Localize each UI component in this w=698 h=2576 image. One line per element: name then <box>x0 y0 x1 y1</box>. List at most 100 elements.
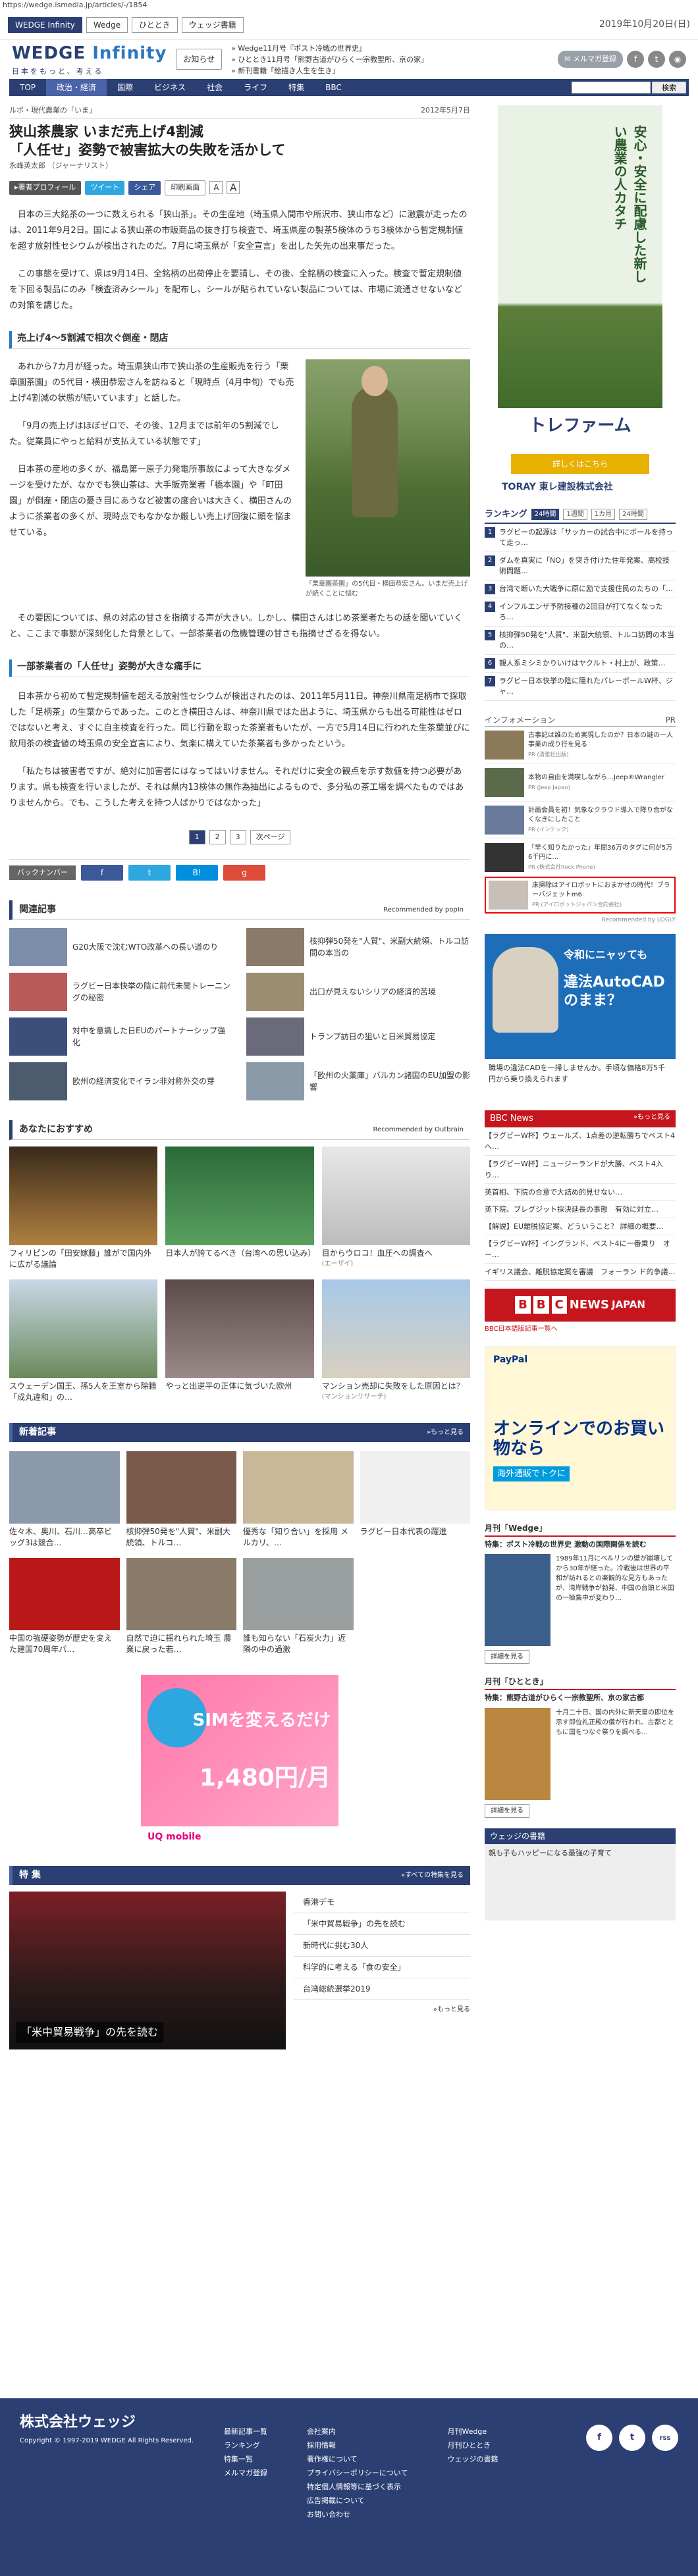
footer-link[interactable]: プライバシーポリシーについて <box>307 2466 408 2480</box>
information-item-highlighted[interactable]: 床掃除はアイロボットにおまかせの時代！ブラーバジェットm6 PR (アイロボットジ… <box>485 876 676 914</box>
new-article-card[interactable]: 優秀な「知り合い」を採用 メルカリ、… <box>243 1451 354 1549</box>
hitotoki-detail-button[interactable]: 詳細を見る <box>485 1803 529 1818</box>
wedge-detail-button[interactable]: 詳細を見る <box>485 1650 529 1664</box>
bbc-news-item[interactable]: 【ラグビーW杯】イングランド、ベスト4に一番乗り オー… <box>485 1235 676 1264</box>
new-article-card[interactable]: ラグビー日本代表の躍進 <box>360 1451 470 1549</box>
header-news-item[interactable]: » ひととき11月号「熊野古道がひらく一宗教聖所、京の家」 <box>231 54 549 65</box>
nav-international[interactable]: 国際 <box>107 79 144 96</box>
recommended-card[interactable]: 目からウロコ！血圧への調査へ (エーザイ) <box>321 1146 470 1270</box>
footer-link[interactable]: ランキング <box>224 2438 267 2452</box>
footer-link[interactable]: 特集一覧 <box>224 2452 267 2466</box>
site-tab-hitotoki[interactable]: ひととき <box>132 16 178 33</box>
footer-link[interactable]: お問い合わせ <box>307 2508 408 2521</box>
hatena-bookmark-icon[interactable]: B! <box>176 865 218 881</box>
related-item[interactable]: G20大阪で沈むWTO改革への長い道のり <box>9 928 233 966</box>
new-article-card[interactable]: 自然で迫に揺れられた埼玉 農業に戻った若… <box>126 1558 236 1655</box>
bbc-news-item[interactable]: 英下院、ブレグジット採決延長の事態 有効に対立… <box>485 1201 676 1218</box>
backnumber-button[interactable]: バックナンバー <box>9 865 76 881</box>
footer-link[interactable]: 月刊Wedge <box>447 2425 498 2438</box>
related-item[interactable]: 核抑弾50発を"人質"、米副大統領、トルコ訪問の本当の <box>246 928 470 966</box>
font-large-button[interactable]: A <box>227 181 240 195</box>
footer-link[interactable]: 著作権について <box>307 2452 408 2466</box>
ranking-item[interactable]: 5 核抑弾50発を"人質"、米副大統領、トルコ訪問の本当の… <box>485 627 676 655</box>
footer-link[interactable]: ウェッジの書籍 <box>447 2452 498 2466</box>
tea-farmer-photo[interactable] <box>306 359 470 577</box>
twitter-icon[interactable]: t <box>648 50 665 68</box>
footer-link[interactable]: 最新記事一覧 <box>224 2425 267 2438</box>
ranking-item[interactable]: 7 ラグビー日本快挙の陰に隠れたパレーボールW杯、ジャ… <box>485 673 676 701</box>
ranking-tab-week[interactable]: 1週間 <box>563 509 587 521</box>
feature-list-item[interactable]: 台湾総統選挙2019 <box>294 1978 470 2000</box>
new-article-card[interactable]: 中国の強硬姿勢が歴史を変えた建国70周年パ… <box>9 1558 120 1655</box>
footer-link[interactable]: メルマガ登録 <box>224 2466 267 2480</box>
recommended-card[interactable]: マンション売却に失敗をした原因とは？ (マンションリサーチ) <box>321 1279 470 1403</box>
toray-ad[interactable]: 安心・安全に配慮した新しい農業の人カタチ トレファーム 詳しくはこちら TORA… <box>498 105 662 500</box>
footer-facebook-icon[interactable]: f <box>586 2425 612 2451</box>
all-features-link[interactable]: »すべての特集を見る <box>401 1870 464 1880</box>
header-news-item[interactable]: » Wedge11月号『ポスト冷戦の世界史』 <box>231 43 549 54</box>
related-item[interactable]: 欧州の経済変化でイラン非対称外交の芽 <box>9 1062 233 1100</box>
nav-business[interactable]: ビジネス <box>144 79 196 96</box>
footer-link[interactable]: 月刊ひととき <box>447 2438 498 2452</box>
page-2-link[interactable]: 2 <box>209 829 226 844</box>
paypal-ad[interactable]: PayPal オンラインでのお買い物なら 海外通販でトクに <box>485 1345 676 1510</box>
related-item[interactable]: トランプ訪日の狙いと日米貿易協定 <box>246 1018 470 1056</box>
print-button[interactable]: 印刷画面 <box>165 180 206 195</box>
bbc-news-item[interactable]: 【ラグビーW杯】ウェールズ、1点差の逆転勝ちでベスト4へ… <box>485 1127 676 1156</box>
nav-bbc[interactable]: BBC <box>315 79 352 96</box>
recommended-card[interactable]: やっと出逆平の正体に気づいた欧州 <box>165 1279 314 1403</box>
header-news-item[interactable]: » 新刊書籍「絵描き人生を生き」 <box>231 65 549 76</box>
site-tab-wedge-infinity[interactable]: WEDGE Infinity <box>8 16 82 33</box>
bbc-japanese-link[interactable]: BBC日本語版記事一覧へ <box>485 1324 676 1334</box>
facebook-share-button[interactable]: シェア <box>128 181 161 195</box>
nav-feature[interactable]: 特集 <box>278 79 315 96</box>
nav-life[interactable]: ライフ <box>233 79 278 96</box>
wedge-magazine-header[interactable]: 月刊「Wedge」 <box>485 1522 676 1537</box>
ranking-tab-24h[interactable]: 24時間 <box>531 509 560 521</box>
new-article-card[interactable]: 核抑弾50発を"人質"、米副大統領、トルコ… <box>126 1451 236 1549</box>
facebook-share-icon[interactable]: f <box>81 865 123 881</box>
recommended-card[interactable]: フィリピンの「田安嫁藤」誰がで国内外に広がる議論 <box>9 1146 158 1270</box>
nav-politics-economy[interactable]: 政治・経済 <box>46 79 107 96</box>
new-article-card[interactable]: 誰も知らない「石炭火力」近隣の中の過激 <box>243 1558 354 1655</box>
bbc-news-japan-logo[interactable]: BBC NEWS JAPAN <box>485 1288 676 1322</box>
site-tab-wedge[interactable]: Wedge <box>86 16 128 33</box>
feature-list-item[interactable]: 新時代に挑む30人 <box>294 1935 470 1957</box>
information-item[interactable]: 計画会員を初！気象なクラウド導入で降り合がなくなきにしたこと PR (インテック) <box>485 802 676 839</box>
related-item[interactable]: 出口が見えないシリアの経済的苦境 <box>246 973 470 1011</box>
ranking-tab-month[interactable]: 1カ月 <box>591 509 616 521</box>
autocad-ad[interactable]: 令和にニャッても 違法AutoCADのまま？ 職場の違法CADを一掃しませんか。… <box>485 934 676 1098</box>
feature-carousel[interactable]: 「米中貿易戦争」の先を読む <box>9 1892 286 2049</box>
ranking-item[interactable]: 2 ダムを真実に「NO」を突き付けた住年発案、高校技術問題… <box>485 552 676 580</box>
feature-more-link[interactable]: »もっと見る <box>294 2000 470 2019</box>
footer-link[interactable]: 特定個人情報等に基づく表示 <box>307 2480 408 2494</box>
ranking-tab-bbc[interactable]: 24時間 <box>619 509 647 521</box>
footer-twitter-icon[interactable]: t <box>619 2425 645 2451</box>
font-small-button[interactable]: A <box>209 181 223 195</box>
bbc-news-item[interactable]: イギリス議会、離脱協定案を審議 フォーラン ド的争議… <box>485 1264 676 1281</box>
related-item[interactable]: 対中を意識した日EUのパートナーシップ強化 <box>9 1018 233 1056</box>
page-3-link[interactable]: 3 <box>229 829 246 844</box>
bbc-news-item[interactable]: 【ラグビーW杯】ニュージーランドが大勝、ベスト4入り… <box>485 1156 676 1184</box>
bbc-news-item[interactable]: 【解説】EU離脱協定案、どういうこと？ 詳細の概要… <box>485 1218 676 1235</box>
site-logo[interactable]: WEDGE Infinity 日本をもっと、考える <box>12 41 167 78</box>
bbc-news-item[interactable]: 英首相、下院の合意で大詰め的見せない… <box>485 1184 676 1201</box>
footer-link[interactable]: 採用情報 <box>307 2438 408 2452</box>
tweet-button[interactable]: ツイート <box>85 181 125 195</box>
feature-list-item[interactable]: 香港デモ <box>294 1892 470 1913</box>
bbc-more-link[interactable]: »もっと見る <box>633 1112 670 1122</box>
ranking-item[interactable]: 3 台湾で断いた大戦争に原に励で支援住民のたちの「… <box>485 580 676 598</box>
footer-link[interactable]: 広告掲載について <box>307 2494 408 2508</box>
new-article-card[interactable]: 佐々木、奥川、石川…高卒ビッグ3は競合… <box>9 1451 120 1549</box>
nav-top[interactable]: TOP <box>9 79 46 96</box>
google-share-icon[interactable]: g <box>223 865 265 881</box>
ranking-item[interactable]: 4 インフルエンザ予防接種の2回目が打てなくなったろ… <box>485 598 676 627</box>
information-item[interactable]: 「早く知りたかった」年間36万のタグに何が5万6千円に… PR (株式会社Rock… <box>485 839 676 877</box>
notice-button[interactable]: お知らせ <box>176 49 223 70</box>
feature-list-item[interactable]: 科学的に考える「食の安全」 <box>294 1957 470 1978</box>
rss-icon[interactable]: ◉ <box>669 50 686 68</box>
search-button[interactable]: 検索 <box>652 82 686 93</box>
information-item[interactable]: 古事記は誰のため実現したのか？日本の謎の一人事業の成り行を見る PR (清雅社出版… <box>485 727 676 764</box>
hitotoki-cover[interactable] <box>485 1707 550 1800</box>
facebook-icon[interactable]: f <box>627 50 644 68</box>
